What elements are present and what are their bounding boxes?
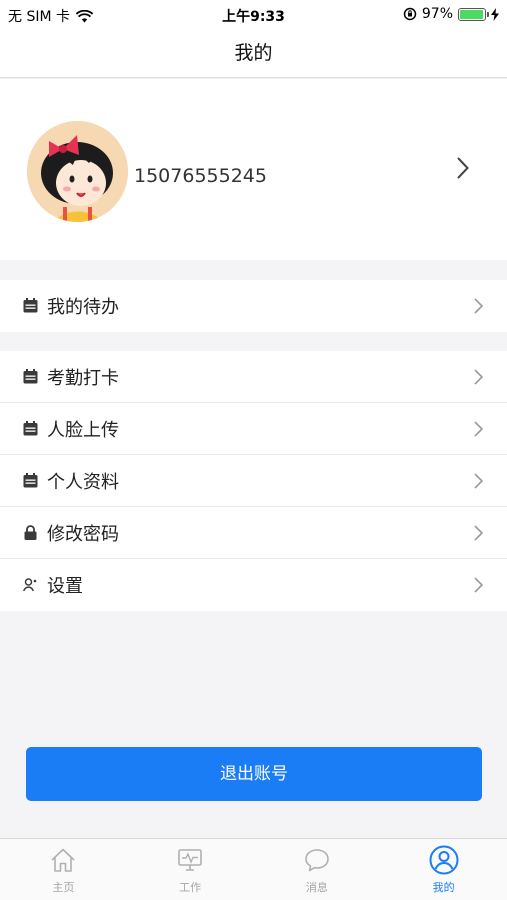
chevron-right-icon	[474, 298, 483, 314]
status-right: 97%	[403, 6, 499, 22]
profile-phone: 15076555245	[134, 165, 267, 187]
menu-item-change-password[interactable]: 修改密码	[0, 507, 507, 559]
battery-fill	[460, 9, 484, 19]
calendar-icon	[23, 421, 38, 436]
profile-card[interactable]: 15076555245	[0, 79, 507, 260]
tab-messages[interactable]: 消息	[254, 839, 381, 900]
tab-label: 我的	[432, 881, 455, 894]
tab-label: 主页	[52, 881, 75, 894]
chevron-right-icon	[474, 473, 483, 489]
home-icon	[51, 848, 75, 872]
chevron-right-icon	[474, 577, 483, 593]
menu-group-main: 考勤打卡 人脸上传 个人资料 修改密码 设置	[0, 351, 507, 611]
menu-item-profile[interactable]: 个人资料	[0, 455, 507, 507]
tab-mine[interactable]: 我的	[380, 839, 507, 900]
avatar-illustration	[27, 121, 128, 222]
menu-item-settings[interactable]: 设置	[0, 559, 507, 611]
menu-item-label: 我的待办	[47, 297, 119, 318]
battery-icon	[458, 7, 489, 21]
calendar-icon	[23, 369, 38, 384]
menu-item-face-upload[interactable]: 人脸上传	[0, 403, 507, 455]
tab-bar: 主页 工作 消息 我的	[0, 838, 507, 900]
chevron-right-icon	[474, 369, 483, 385]
charging-icon	[491, 7, 499, 21]
chat-icon	[305, 849, 329, 872]
menu-item-label: 人脸上传	[47, 419, 119, 441]
nav-bar: 我的	[0, 30, 507, 78]
calendar-icon	[23, 473, 38, 488]
monitor-icon	[178, 849, 202, 871]
menu-group-todo: 我的待办	[0, 280, 507, 332]
menu-item-label: 设置	[47, 576, 83, 597]
menu-item-label: 考勤打卡	[47, 367, 119, 389]
status-bar: 无 SIM 卡 上午9:33 97%	[0, 0, 507, 30]
menu-item-label: 个人资料	[47, 471, 119, 493]
page-title: 我的	[234, 42, 273, 64]
rotation-lock-icon	[403, 7, 417, 21]
menu-item-attendance[interactable]: 考勤打卡	[0, 351, 507, 403]
tab-label: 工作	[179, 881, 202, 894]
avatar[interactable]	[27, 121, 128, 222]
user-icon	[429, 845, 459, 875]
logout-button[interactable]: 退出账号	[26, 747, 482, 801]
tab-home[interactable]: 主页	[0, 839, 127, 900]
tab-work[interactable]: 工作	[127, 839, 254, 900]
menu-item-label: 修改密码	[47, 523, 119, 545]
menu-item-todo[interactable]: 我的待办	[0, 280, 507, 332]
user-settings-icon	[23, 578, 37, 592]
tab-label: 消息	[305, 881, 328, 894]
calendar-icon	[23, 298, 38, 313]
chevron-right-icon	[474, 525, 483, 541]
lock-icon	[24, 525, 37, 540]
chevron-right-icon	[457, 157, 469, 179]
chevron-right-icon	[474, 421, 483, 437]
battery-percent: 97%	[421, 6, 453, 22]
